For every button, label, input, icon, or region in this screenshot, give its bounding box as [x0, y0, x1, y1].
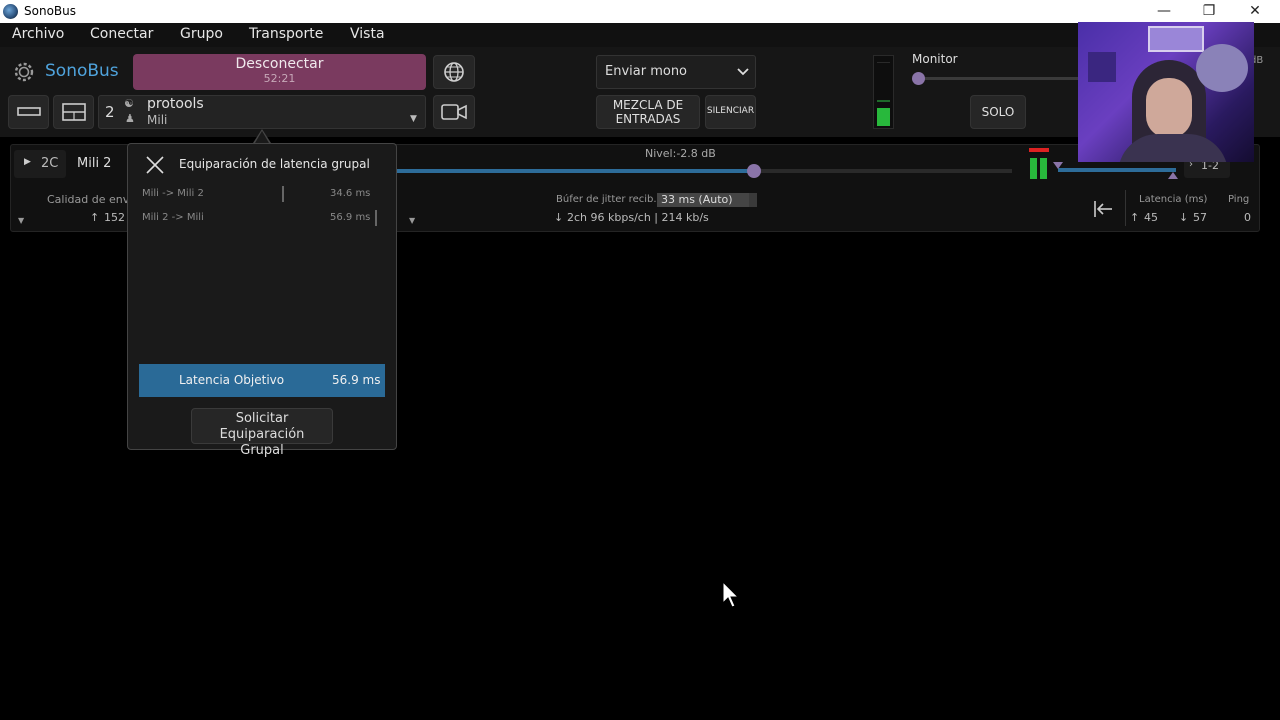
- public-groups-button[interactable]: [433, 55, 475, 89]
- mix-inputs-button[interactable]: MEZCLA DE ENTRADAS: [596, 95, 700, 129]
- ping-label: Ping: [1228, 194, 1250, 205]
- solo-button[interactable]: SOLO: [970, 95, 1026, 129]
- group-name: protools: [147, 96, 204, 112]
- latency-match-popup: Equiparación de latencia grupal Mili -> …: [127, 143, 397, 450]
- close-icon: [146, 156, 164, 174]
- mouse-cursor-icon: [722, 581, 740, 608]
- menu-vista[interactable]: Vista: [350, 26, 385, 42]
- group-info-box[interactable]: 2 ☯ protools ♟ Mili ▼: [98, 95, 426, 129]
- disconnect-button[interactable]: Desconectar 52:21: [133, 54, 426, 90]
- latency-down-value: 57: [1193, 211, 1207, 224]
- send-quality-dropdown-icon[interactable]: ▼: [18, 216, 24, 225]
- input-level-meter: [873, 55, 894, 129]
- person-face: [1146, 78, 1192, 138]
- pan-left-handle[interactable]: [1053, 162, 1063, 169]
- pan-slider-track[interactable]: [1058, 168, 1176, 172]
- send-up-arrow-icon: ↑: [90, 211, 100, 224]
- disconnect-label: Desconectar: [235, 56, 324, 72]
- webcam-overlay-image: [1078, 22, 1254, 162]
- mute-button[interactable]: SILENCIAR: [705, 95, 756, 129]
- minimize-icon[interactable]: —: [1141, 0, 1187, 23]
- send-mode-value: Enviar mono: [605, 64, 688, 79]
- request-button-line1: Solicitar Equiparación: [219, 411, 305, 442]
- menu-archivo[interactable]: Archivo: [12, 26, 64, 42]
- group-icon: ☯: [124, 97, 134, 110]
- single-row-icon: [17, 107, 41, 116]
- close-window-icon[interactable]: ✕: [1232, 0, 1278, 23]
- monitor-label: Monitor: [912, 52, 958, 66]
- multi-row-view-button[interactable]: [53, 95, 94, 129]
- user-icon: ♟: [125, 112, 135, 125]
- stream-info: 2ch 96 kbps/ch | 214 kb/s: [567, 211, 709, 224]
- channel-count: 2C: [41, 156, 59, 171]
- peer-name: Mili 2: [77, 156, 112, 171]
- level-label: Nivel:-2.8 dB: [645, 147, 716, 160]
- restore-icon[interactable]: ❐: [1186, 0, 1232, 23]
- brand-label: SonoBus: [45, 61, 119, 81]
- request-button-line2: Grupal: [240, 443, 284, 458]
- monitor-slider-knob[interactable]: [912, 72, 925, 85]
- latency-row: Mili -> Mili 2 34.6 ms: [139, 184, 385, 204]
- video-camera-icon: [441, 104, 467, 120]
- menu-conectar[interactable]: Conectar: [90, 26, 153, 42]
- latency-row-label: Mili -> Mili 2: [142, 188, 204, 199]
- align-left-arrow-icon: [1094, 201, 1112, 217]
- window-title: SonoBus: [24, 4, 76, 18]
- title-bar: SonoBus — ❐ ✕: [0, 0, 1280, 23]
- ping-value: 0: [1244, 211, 1251, 224]
- target-latency-slider[interactable]: Latencia Objetivo 56.9 ms: [139, 364, 385, 397]
- latency-row-marker: [375, 210, 377, 226]
- mix-inputs-line2: ENTRADAS: [615, 112, 681, 126]
- peer-level-slider-fill: [396, 169, 754, 173]
- latency-row-value: 56.9 ms: [330, 212, 371, 223]
- popup-title: Equiparación de latencia grupal: [179, 157, 370, 171]
- solo-label: SOLO: [981, 105, 1015, 119]
- jitter-buffer-control[interactable]: 33 ms (Auto): [657, 193, 757, 207]
- elapsed-time: 52:21: [263, 72, 296, 85]
- chevron-down-icon: ▼: [410, 114, 417, 124]
- pan-right-handle[interactable]: [1168, 172, 1178, 179]
- latency-row-marker: [282, 186, 284, 202]
- recv-down-arrow-icon: ↓: [554, 211, 564, 224]
- request-group-match-button[interactable]: Solicitar Equiparación Grupal: [191, 408, 333, 458]
- single-row-view-button[interactable]: [8, 95, 49, 129]
- menu-grupo[interactable]: Grupo: [180, 26, 223, 42]
- target-latency-label: Latencia Objetivo: [179, 373, 285, 387]
- group-count: 2: [105, 103, 115, 121]
- expand-arrow-icon: ▶: [24, 157, 31, 167]
- mix-inputs-line1: MEZCLA DE: [612, 98, 684, 112]
- latency-label: Latencia (ms): [1139, 194, 1208, 205]
- latency-row-label: Mili 2 -> Mili: [142, 212, 204, 223]
- multi-row-icon: [62, 103, 86, 121]
- channel-expand-button[interactable]: ▶ 2C: [14, 150, 66, 178]
- globe-icon: [444, 62, 464, 82]
- app-logo-icon: [3, 4, 18, 19]
- latency-align-button[interactable]: [1091, 198, 1115, 220]
- latency-up-value: 45: [1144, 211, 1158, 224]
- send-up-value: 152: [104, 211, 125, 224]
- peer-level-meter: [1029, 148, 1049, 180]
- chevron-down-icon: [737, 68, 749, 76]
- video-button[interactable]: [433, 95, 475, 129]
- latency-row-value: 34.6 ms: [330, 188, 371, 199]
- settings-gear-icon[interactable]: [11, 59, 37, 85]
- latency-row: Mili 2 -> Mili 56.9 ms: [139, 208, 385, 228]
- latency-up-arrow-icon: ↑: [1130, 211, 1140, 224]
- close-popup-button[interactable]: [144, 154, 166, 176]
- peer-level-slider-knob[interactable]: [747, 164, 761, 178]
- mute-label: SILENCIAR: [706, 106, 755, 116]
- send-quality-label: Calidad de envi: [47, 193, 133, 206]
- recv-quality-dropdown-icon[interactable]: ▼: [409, 216, 415, 225]
- menu-transporte[interactable]: Transporte: [249, 26, 323, 42]
- user-name: Mili: [147, 113, 168, 127]
- jitter-label: Búfer de jitter recib.: [556, 194, 657, 205]
- send-mode-select[interactable]: Enviar mono: [596, 55, 756, 89]
- latency-down-arrow-icon: ↓: [1179, 211, 1189, 224]
- monitor-slider-track[interactable]: [918, 77, 1078, 80]
- meter-fill: [877, 108, 890, 126]
- jitter-value: 33 ms (Auto): [661, 193, 733, 206]
- target-latency-value: 56.9 ms: [332, 373, 381, 387]
